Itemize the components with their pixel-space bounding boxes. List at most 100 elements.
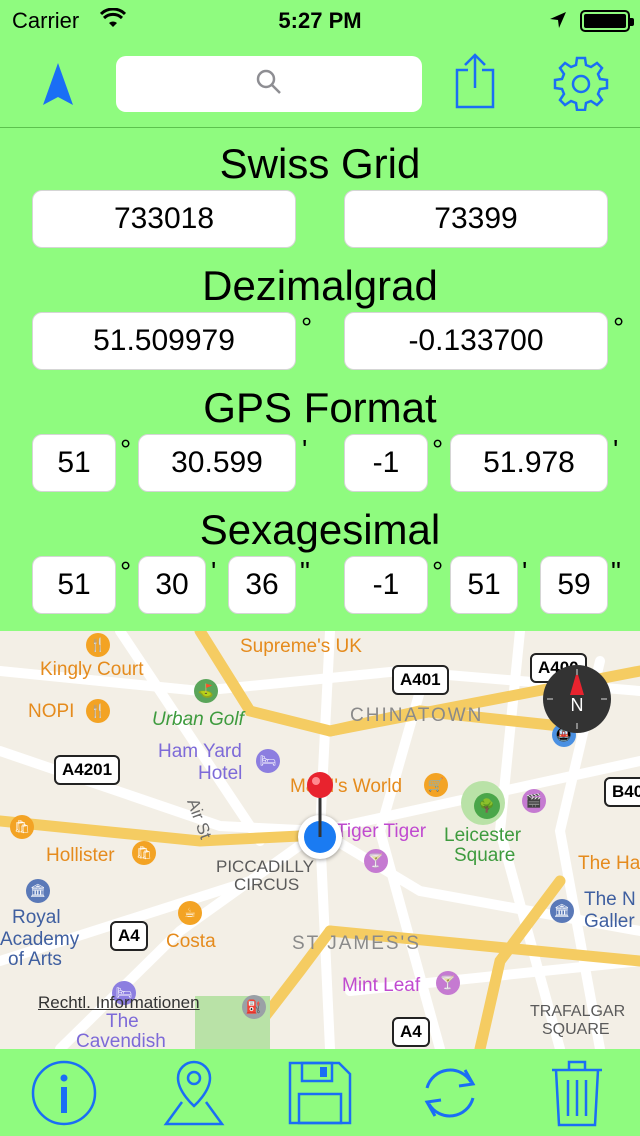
map-label-nopi: NOPI [28,701,75,722]
map-label-st-james: ST JAMES'S [292,933,421,954]
hotel-poi-icon[interactable]: 🛏 [256,749,280,773]
tree-poi-icon[interactable]: 🌳 [474,793,500,819]
swiss-grid-north-field[interactable]: 73399 [344,190,608,248]
road-badge-a4201: A4201 [54,755,121,785]
gps-lon-min-field[interactable]: 51.978 [450,434,608,492]
fuel-poi-icon[interactable]: ⛽ [242,995,266,1019]
sex-lat-sec-unit: " [300,556,310,587]
status-bar: Carrier 5:27 PM [0,0,640,40]
golf-poi-icon[interactable]: ⛳ [194,679,218,703]
sex-lon-sec-field[interactable]: 59 [540,556,608,614]
decimal-lat-unit: ° [301,312,313,343]
map-label-galler: Galler [584,911,635,932]
refresh-button[interactable] [416,1061,484,1129]
search-icon [255,68,283,101]
restaurant-poi-icon[interactable]: 🍴 [86,633,110,657]
save-icon [287,1060,353,1131]
map-label-academy: Academy [0,929,80,950]
map-label-the-ha: The Ha [578,853,640,874]
map-label-trafalgar: TRAFALGAR [530,1003,626,1020]
map-label-urban-golf: Urban Golf [152,709,244,730]
road-badge-b40: B40 [604,777,640,807]
map-label-circus: CIRCUS [234,875,300,894]
sex-lat-min-field[interactable]: 30 [138,556,206,614]
map-label-costa: Costa [166,931,216,952]
bar-poi-icon[interactable]: 🍸 [364,849,388,873]
decimal-lon-unit: ° [613,312,625,343]
gps-lat-min-field[interactable]: 30.599 [138,434,296,492]
location-arrow-icon [548,10,568,35]
sex-lat-min-unit: ' [211,556,217,587]
swiss-grid-title: Swiss Grid [219,140,421,187]
refresh-icon [417,1060,483,1131]
shopping-poi-icon[interactable]: 🛒 [424,773,448,797]
map-label-the: The [106,1011,139,1032]
status-time: 5:27 PM [278,8,362,33]
map-label-mint-leaf: Mint Leaf [342,975,421,996]
museum-poi-icon[interactable]: 🏛 [26,879,50,903]
map-label-square: Square [454,845,516,866]
road-badge-a4-bottom: A4 [392,1017,430,1047]
info-icon [31,1060,97,1131]
settings-button[interactable] [552,56,610,114]
map-label-cavendish: Cavendish [76,1031,166,1049]
gps-lon-deg-unit: ° [432,434,444,465]
sex-lon-min-unit: ' [522,556,528,587]
sexagesimal-title: Sexagesimal [199,506,441,553]
gps-lon-deg-field[interactable]: -1 [344,434,428,492]
map-label-the-n: The N [584,889,636,910]
location-pin-button[interactable] [160,1059,228,1131]
info-button[interactable] [30,1060,98,1131]
share-button[interactable] [452,52,498,114]
tab-bar [0,1049,640,1136]
map-label-ham-yard: Ham Yard [158,741,242,762]
battery-icon [580,10,634,32]
sex-lon-sec-unit: " [611,556,621,587]
sex-lon-min-field[interactable]: 51 [450,556,518,614]
compass-label: N [570,694,584,715]
share-icon [454,52,496,115]
shopping-poi-icon[interactable]: 🛍 [10,815,34,839]
delete-button[interactable] [546,1059,608,1131]
map-label-hotel: Hotel [198,763,243,784]
search-input[interactable] [116,56,422,112]
compass-button[interactable]: N [543,665,611,733]
legal-link[interactable]: Rechtl. Informationen [38,993,200,1013]
museum-poi-icon[interactable]: 🏛 [550,899,574,923]
gps-lat-min-unit: ' [302,434,308,465]
road-badge-a401: A401 [392,665,449,695]
sex-lon-deg-unit: ° [432,556,444,587]
decimal-lon-field[interactable]: -0.133700 [344,312,608,370]
bar-poi-icon[interactable]: 🍸 [436,971,460,995]
gps-lat-deg-field[interactable]: 51 [32,434,116,492]
gps-lon-min-unit: ' [613,434,619,465]
shopping-poi-icon[interactable]: 🛍 [132,841,156,865]
decimal-lat-field[interactable]: 51.509979 [32,312,296,370]
cafe-poi-icon[interactable]: ☕ [178,901,202,925]
sex-lat-sec-field[interactable]: 36 [228,556,296,614]
gps-format-title: GPS Format [203,384,437,431]
map-label-trafalgar-square: SQUARE [542,1021,610,1038]
map-pin-icon [162,1058,226,1133]
sex-lon-deg-field[interactable]: -1 [344,556,428,614]
save-button[interactable] [286,1061,354,1129]
map-label-of-arts: of Arts [8,949,62,970]
sex-lat-deg-field[interactable]: 51 [32,556,116,614]
map-view[interactable]: 🍴 🍴 ⛳ 🛏 🛒 🌳 🎬 🛍 🛍 🍸 🏛 ☕ 🏛 🛏 🍸 ⛽ 🚇 Suprem… [0,631,640,1049]
cinema-poi-icon[interactable]: 🎬 [522,789,546,813]
map-label-supremes: Supreme's UK [240,636,362,657]
gps-lat-deg-unit: ° [120,434,132,465]
nav-bar [0,40,640,128]
road-badge-a4: A4 [110,921,148,951]
trash-icon [549,1058,605,1133]
swiss-grid-east-field[interactable]: 733018 [32,190,296,248]
map-label-kingly: Kingly Court [40,659,144,680]
decimal-degrees-title: Dezimalgrad [202,262,438,309]
map-label-hollister: Hollister [46,845,115,866]
restaurant-poi-icon[interactable]: 🍴 [86,699,110,723]
gear-icon [553,55,609,116]
navigation-arrow-icon[interactable] [36,56,80,112]
map-label-leicester: Leicester [444,825,522,846]
map-label-royal: Royal [12,907,61,928]
sex-lat-deg-unit: ° [120,556,132,587]
